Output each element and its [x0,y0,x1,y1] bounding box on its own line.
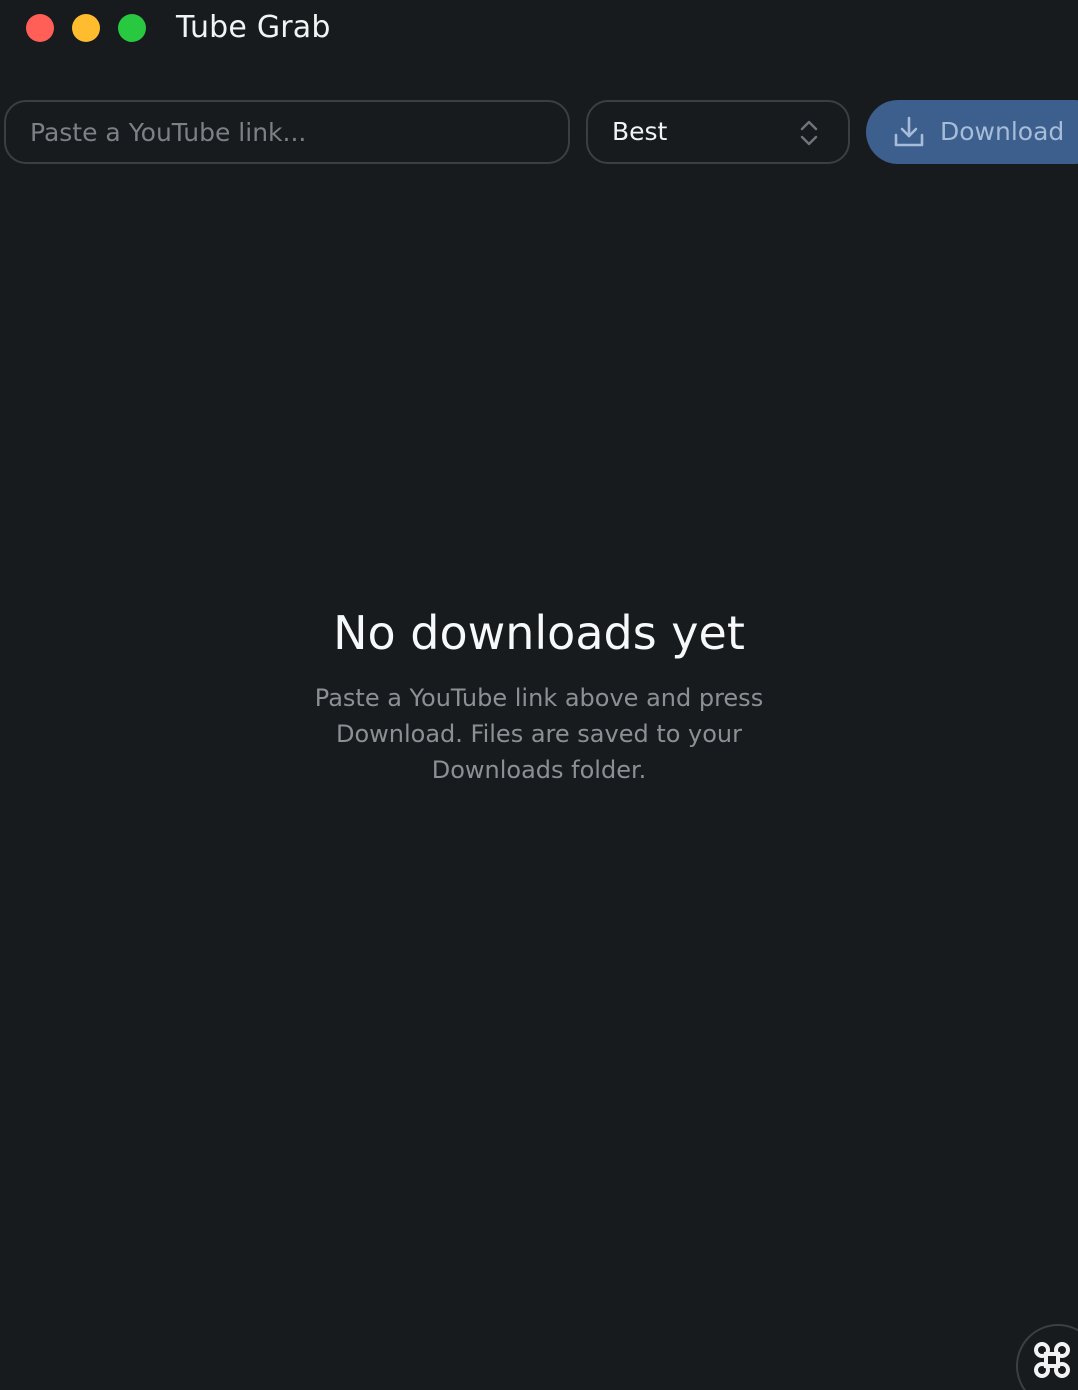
download-button-label: Download [940,117,1065,146]
empty-state-title: No downloads yet [333,606,745,660]
chevron-updown-icon [800,120,818,146]
minimize-window-button[interactable] [72,14,100,42]
download-icon [894,116,924,147]
title-bar[interactable]: Tube Grab [0,0,1078,60]
empty-state-description: Paste a YouTube link above and press Dow… [314,684,764,784]
corner-command-button[interactable] [1016,1324,1078,1390]
empty-state: No downloads yet Paste a YouTube link ab… [0,600,1078,788]
zoom-window-button[interactable] [118,14,146,42]
quality-select[interactable]: Best [586,100,850,164]
app-window: Tube Grab Best Download No downloads yet… [0,0,1078,1390]
app-title: Tube Grab [176,10,331,45]
command-icon [1034,1342,1070,1378]
download-button[interactable]: Download [866,100,1078,164]
close-window-button[interactable] [26,14,54,42]
toolbar: Best Download [0,100,1078,164]
youtube-url-input[interactable] [4,100,570,164]
quality-selected-value: Best [612,117,668,146]
